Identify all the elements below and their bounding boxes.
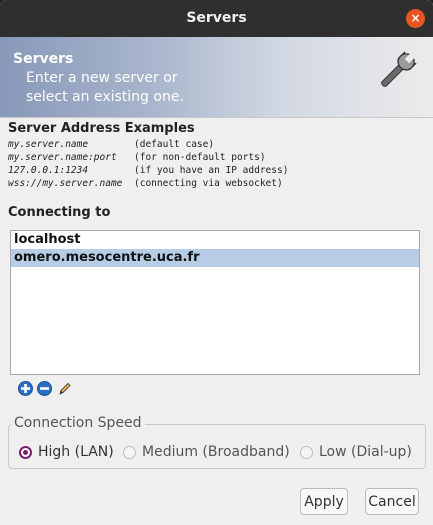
example-row: wss://my.server.name (connecting via webs…: [8, 177, 288, 190]
server-list-item-omero[interactable]: omero.mesocentre.uca.fr: [11, 249, 419, 267]
close-button[interactable]: ×: [406, 9, 425, 28]
speed-medium-label: Medium (Broadband): [142, 444, 290, 460]
example-note: (for non-default ports): [134, 152, 266, 163]
banner-title: Servers: [13, 51, 74, 67]
example-row: 127.0.0.1:1234 (if you have an IP address…: [8, 164, 288, 177]
example-row: my.server.name:port (for non-default port…: [8, 151, 288, 164]
radio-unselected-icon: [123, 445, 136, 459]
edit-server-icon[interactable]: [57, 381, 72, 396]
remove-server-icon[interactable]: [37, 381, 52, 396]
server-list-item-localhost[interactable]: localhost: [11, 231, 419, 249]
example-note: (if you have an IP address): [134, 165, 289, 176]
title-bar: Servers ×: [0, 0, 433, 37]
cancel-button[interactable]: Cancel: [365, 488, 419, 515]
example-address: my.server.name:port: [8, 152, 117, 163]
radio-unselected-icon: [300, 445, 313, 459]
apply-button[interactable]: Apply: [300, 488, 348, 515]
example-address: wss://my.server.name: [8, 178, 123, 189]
radio-selected-icon: [19, 445, 32, 459]
speed-high-radio[interactable]: High (LAN): [19, 443, 114, 461]
examples-title: Server Address Examples: [8, 121, 195, 136]
window-title: Servers: [186, 10, 247, 26]
server-list[interactable]: localhost omero.mesocentre.uca.fr: [10, 230, 420, 375]
example-note: (connecting via websocket): [134, 178, 283, 189]
example-row: my.server.name (default case): [8, 138, 288, 151]
speed-low-radio[interactable]: Low (Dial-up): [300, 443, 412, 461]
add-server-icon[interactable]: [18, 381, 33, 396]
examples-list: my.server.name (default case) my.server.n…: [8, 138, 288, 190]
speed-high-label: High (LAN): [38, 444, 114, 460]
example-note: (default case): [134, 139, 215, 150]
banner-subtitle-line2: select an existing one.: [26, 89, 184, 105]
connecting-title: Connecting to: [8, 205, 111, 220]
example-address: my.server.name: [8, 139, 89, 150]
banner-subtitle-line1: Enter a new server or: [26, 70, 178, 86]
servers-dialog: Servers × Servers Enter a new server or …: [0, 0, 433, 525]
example-address: 127.0.0.1:1234: [8, 165, 89, 176]
speed-low-label: Low (Dial-up): [319, 444, 412, 460]
banner-separator: [0, 117, 433, 118]
header-banner: Servers Enter a new server or select an …: [0, 37, 433, 117]
banner-subtitle: Enter a new server or select an existing…: [26, 69, 184, 107]
close-icon: ×: [410, 11, 421, 25]
connection-speed-title: Connection Speed: [11, 415, 145, 431]
wrench-icon: [381, 51, 417, 87]
speed-medium-radio[interactable]: Medium (Broadband): [123, 443, 290, 461]
